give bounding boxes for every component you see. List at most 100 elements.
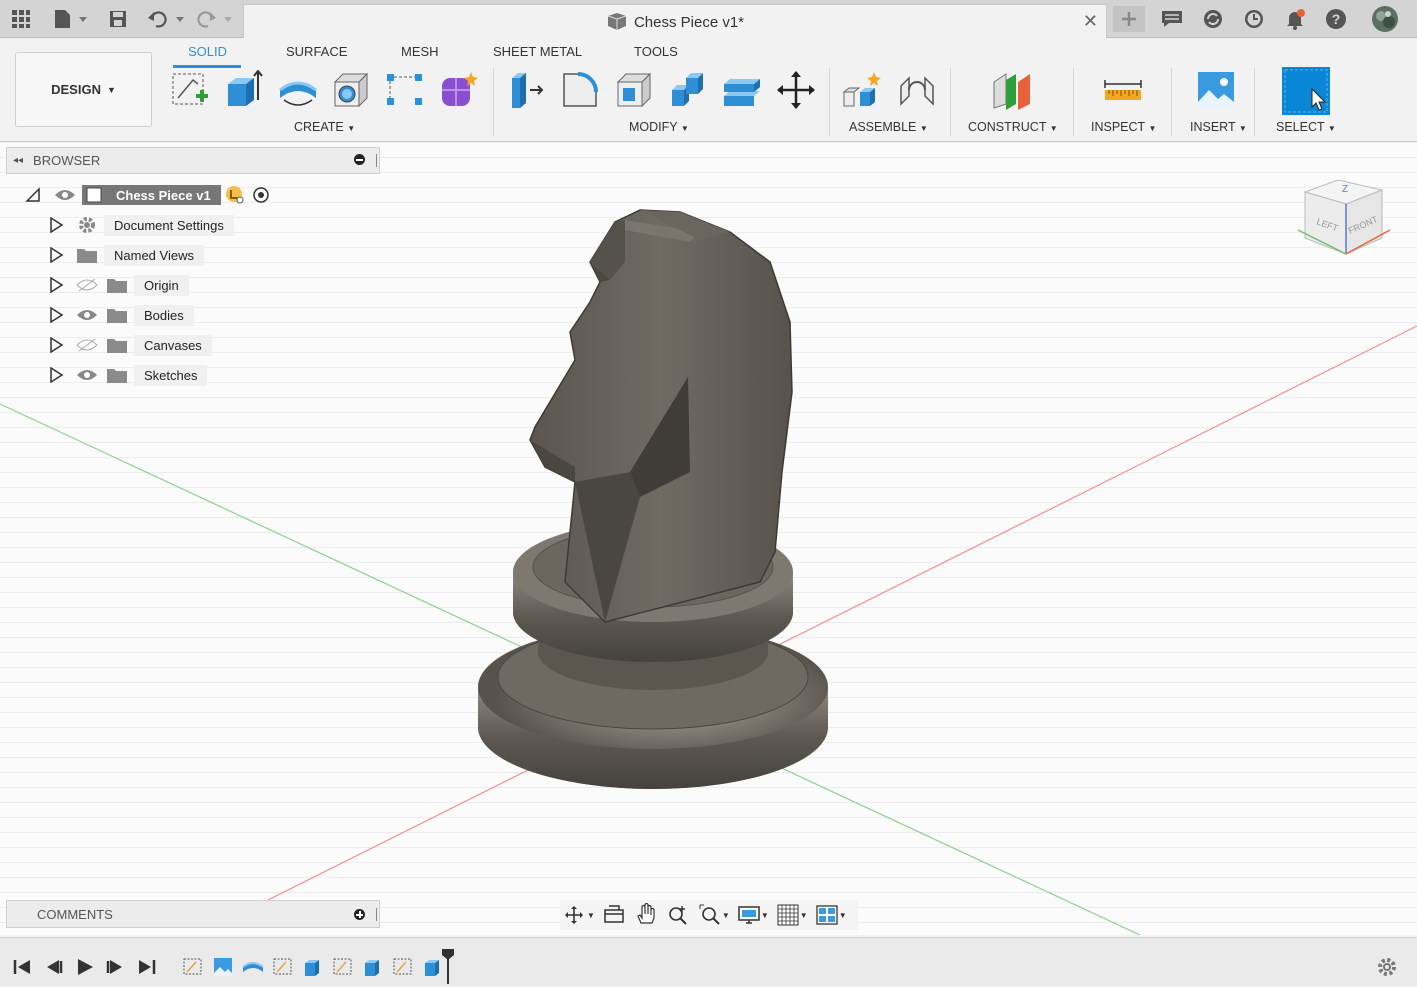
look-at-icon[interactable]	[603, 904, 625, 927]
view-cube[interactable]: LEFT FRONT Z	[1290, 172, 1400, 262]
timeline-marker[interactable]	[441, 948, 455, 987]
construct-menu[interactable]: CONSTRUCT ▼	[968, 120, 1058, 134]
add-comment-icon[interactable]	[354, 909, 365, 920]
orbit-icon[interactable]: ▼	[564, 905, 595, 925]
hole-icon[interactable]	[331, 70, 371, 110]
avatar[interactable]	[1370, 6, 1400, 32]
tab-sheet-metal[interactable]: SHEET METAL	[493, 44, 582, 59]
eye-icon[interactable]	[54, 188, 76, 202]
browser-item-named-views[interactable]: Named Views	[48, 243, 204, 267]
assemble-menu[interactable]: ASSEMBLE ▼	[849, 120, 928, 134]
eye-hidden-icon[interactable]	[76, 278, 98, 292]
gear-icon[interactable]	[1376, 956, 1398, 981]
browser-item-sketches[interactable]: Sketches	[48, 363, 208, 387]
eye-icon[interactable]	[76, 368, 98, 382]
browser-item-bodies[interactable]: Bodies	[48, 303, 194, 327]
viewports-icon[interactable]: ▼	[816, 905, 847, 925]
measure-icon[interactable]	[1103, 70, 1143, 110]
expand-triangle-icon[interactable]	[48, 337, 64, 353]
chevron-down-icon: ▼	[1148, 124, 1157, 133]
timeline-canvas-icon[interactable]	[212, 956, 234, 981]
expand-triangle-icon[interactable]	[48, 367, 64, 383]
browser-item-canvases[interactable]: Canvases	[48, 333, 212, 357]
redo-icon[interactable]	[196, 6, 236, 32]
new-component-icon[interactable]	[842, 70, 882, 110]
pattern-icon[interactable]	[385, 70, 425, 110]
help-icon[interactable]: ?	[1324, 6, 1348, 32]
expand-triangle-icon[interactable]	[48, 217, 64, 233]
joint-icon[interactable]	[897, 70, 937, 110]
tab-solid[interactable]: SOLID	[188, 44, 227, 59]
display-settings-icon[interactable]: ▼	[738, 905, 769, 925]
version-status-icon[interactable]	[225, 185, 245, 205]
press-pull-icon[interactable]	[506, 70, 546, 110]
eye-hidden-icon[interactable]	[76, 338, 98, 352]
tab-mesh[interactable]: MESH	[401, 44, 439, 59]
tab-tools[interactable]: TOOLS	[634, 44, 678, 59]
timeline-revolve-icon[interactable]	[242, 956, 264, 981]
document-tab[interactable]: Chess Piece v1* ✕	[243, 4, 1107, 39]
insert-menu[interactable]: INSERT ▼	[1190, 120, 1247, 134]
pan-icon[interactable]	[635, 902, 657, 928]
last-icon[interactable]	[137, 958, 157, 979]
timeline-extrude-icon[interactable]	[302, 956, 324, 981]
timeline-sketch-icon[interactable]	[332, 956, 354, 981]
extrude-icon[interactable]	[224, 69, 264, 110]
expand-triangle-icon[interactable]	[48, 277, 64, 293]
extensions-icon[interactable]	[1201, 6, 1225, 32]
save-icon[interactable]	[107, 6, 129, 32]
combine-icon[interactable]	[668, 70, 708, 110]
previous-icon[interactable]	[44, 958, 64, 979]
workspace-selector[interactable]: DESIGN ▼	[15, 52, 152, 127]
file-icon[interactable]	[52, 6, 88, 32]
canvas-viewport[interactable]: LEFT FRONT Z	[0, 142, 1417, 935]
collapse-panel-icon[interactable]: ◂◂	[13, 155, 23, 166]
timeline-sketch-icon[interactable]	[392, 956, 414, 981]
revolve-icon[interactable]	[278, 70, 318, 110]
select-menu[interactable]: SELECT ▼	[1276, 120, 1336, 134]
history-icon[interactable]	[1242, 6, 1266, 32]
tab-surface[interactable]: SURFACE	[286, 44, 347, 59]
timeline-sketch-icon[interactable]	[272, 956, 294, 981]
create-menu[interactable]: CREATE ▼	[294, 120, 355, 134]
select-icon[interactable]	[1282, 67, 1330, 115]
timeline-extrude-icon[interactable]	[362, 956, 384, 981]
comments-panel-header[interactable]: COMMENTS	[6, 900, 380, 928]
browser-root-node[interactable]: Chess Piece v1	[25, 183, 295, 207]
minimize-icon[interactable]	[354, 154, 365, 165]
offset-face-icon[interactable]	[722, 70, 762, 110]
create-sketch-icon[interactable]	[170, 70, 210, 110]
panel-handle[interactable]	[376, 154, 377, 167]
offset-plane-icon[interactable]	[992, 70, 1032, 110]
notifications-icon[interactable]	[1283, 6, 1307, 32]
grid-settings-icon[interactable]: ▼	[777, 904, 808, 926]
zoom-icon[interactable]	[667, 903, 689, 928]
collapse-triangle-icon[interactable]	[25, 187, 41, 203]
activate-radio-icon[interactable]	[251, 185, 271, 205]
browser-item-document-settings[interactable]: Document Settings	[48, 213, 234, 237]
move-icon[interactable]	[776, 70, 816, 110]
next-icon[interactable]	[105, 958, 125, 979]
browser-panel-header[interactable]: ◂◂ BROWSER	[6, 147, 380, 174]
close-icon[interactable]: ✕	[1083, 11, 1098, 32]
eye-icon[interactable]	[76, 308, 98, 322]
form-icon[interactable]	[439, 70, 479, 110]
new-tab-icon[interactable]	[1113, 6, 1145, 32]
inspect-menu[interactable]: INSPECT ▼	[1091, 120, 1156, 134]
fit-icon[interactable]: ▼	[699, 904, 730, 926]
undo-icon[interactable]	[146, 6, 186, 32]
grid-icon[interactable]	[10, 6, 32, 32]
browser-item-origin[interactable]: Origin	[48, 273, 189, 297]
panel-handle[interactable]	[376, 908, 377, 921]
shell-icon[interactable]	[614, 70, 654, 110]
comment-icon[interactable]	[1160, 6, 1184, 32]
expand-triangle-icon[interactable]	[48, 307, 64, 323]
separator	[950, 68, 951, 136]
modify-menu[interactable]: MODIFY ▼	[629, 120, 689, 134]
insert-image-icon[interactable]	[1196, 70, 1236, 110]
fillet-icon[interactable]	[560, 70, 600, 110]
timeline-sketch-icon[interactable]	[182, 956, 204, 981]
expand-triangle-icon[interactable]	[48, 247, 64, 263]
first-icon[interactable]	[12, 958, 32, 979]
play-icon[interactable]	[75, 958, 95, 979]
